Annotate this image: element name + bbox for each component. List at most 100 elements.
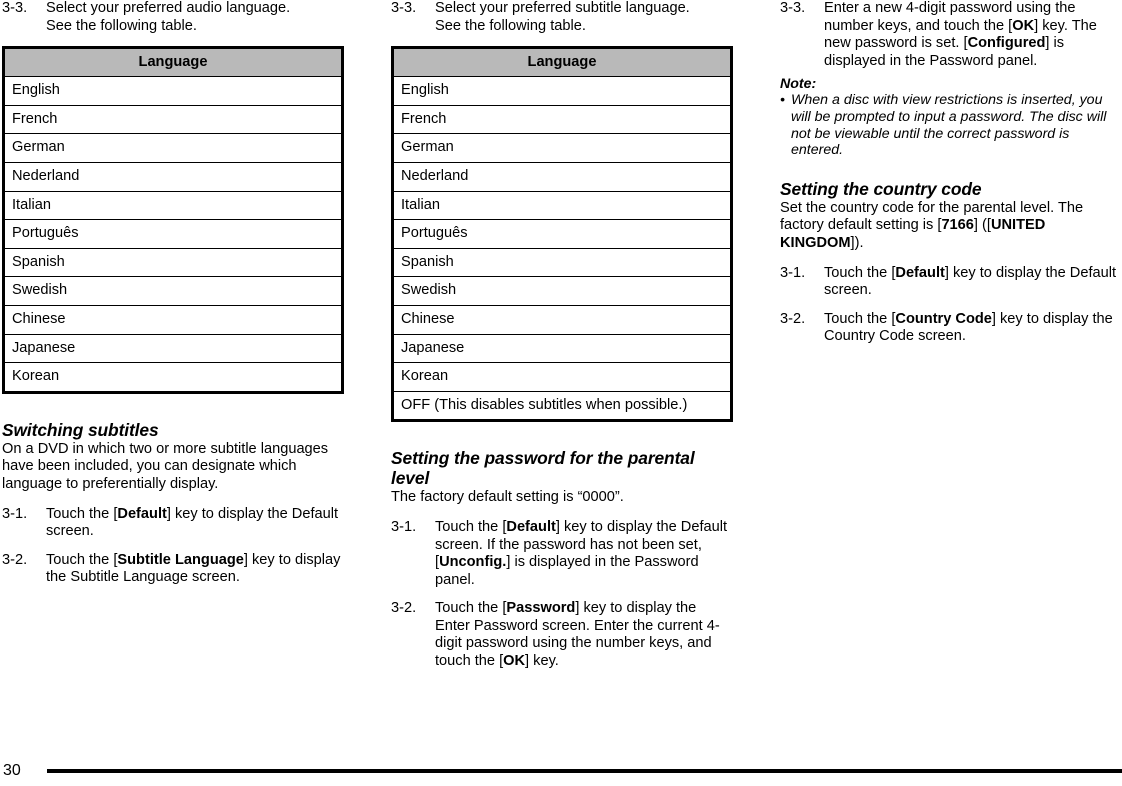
intro-seg3: ]).	[850, 234, 864, 251]
step-line-2: See the following table.	[46, 17, 197, 34]
language-cell: Português	[3, 219, 343, 249]
key-label: Unconfig.	[439, 554, 507, 571]
table-row: Japanese	[392, 333, 732, 363]
language-cell: Chinese	[3, 304, 343, 335]
key-label: Password	[506, 600, 576, 617]
note-block: Note: • When a disc with view restriction…	[780, 76, 1120, 158]
step-text: Touch the [Password] key to display the …	[435, 600, 733, 670]
step-text: Enter a new 4-digit password using the n…	[824, 0, 1120, 70]
language-cell: Spanish	[3, 247, 343, 277]
note-title: Note:	[780, 76, 817, 93]
language-cell: Chinese	[392, 304, 732, 335]
step-number: 3-1.	[2, 505, 28, 522]
table-row: OFF (This disables subtitles when possib…	[392, 390, 732, 421]
left-column: 3-3. Select your preferred audio languag…	[2, 0, 344, 598]
table-row: French	[392, 104, 732, 134]
step-subtitles-default: 3-1. Touch the [Default] key to display …	[2, 506, 344, 541]
language-cell: Italian	[392, 190, 732, 220]
country-section-intro: Set the country code for the parental le…	[780, 200, 1120, 253]
table-row: German	[3, 133, 343, 163]
language-cell: German	[3, 133, 343, 163]
step-line-1: Select your preferred subtitle language.	[435, 0, 690, 16]
step-text: Touch the [Default] key to display the D…	[824, 265, 1120, 300]
middle-column: 3-3. Select your preferred subtitle lang…	[391, 0, 733, 682]
step-country-default: 3-1. Touch the [Default] key to display …	[780, 265, 1120, 300]
step-text-pre: Touch the [	[46, 551, 118, 568]
language-cell: Nederland	[3, 161, 343, 192]
key-label: Subtitle Language	[117, 551, 244, 568]
key-label: OK	[1012, 17, 1035, 34]
language-cell: Swedish	[3, 276, 343, 306]
step-number: 3-3.	[780, 0, 806, 16]
bullet-icon: •	[780, 92, 785, 109]
step-subtitle-language: 3-3. Select your preferred subtitle lang…	[391, 0, 733, 35]
key-label: Country Code	[895, 310, 992, 327]
step-enter-new-password: 3-3. Enter a new 4-digit password using …	[780, 0, 1120, 70]
table-row: English	[392, 76, 732, 106]
right-column: 3-3. Enter a new 4-digit password using …	[780, 0, 1120, 357]
step-text: Select your preferred subtitle language.…	[435, 0, 733, 35]
audio-language-table: Language English French German Nederland…	[2, 46, 344, 394]
language-cell: Português	[392, 219, 732, 249]
step-password-default: 3-1. Touch the [Default] key to display …	[391, 519, 733, 589]
step-text: Touch the [Default] key to display the D…	[46, 506, 344, 541]
note-item: • When a disc with view restrictions is i…	[780, 92, 1120, 158]
step-text: Touch the [Default] key to display the D…	[435, 519, 733, 589]
step-audio-language: 3-3. Select your preferred audio languag…	[2, 0, 344, 35]
table-row: French	[3, 104, 343, 134]
step-text-pre: Touch the [	[824, 310, 896, 327]
table-row: Korean	[392, 362, 732, 392]
language-cell: German	[392, 133, 732, 163]
note-list: • When a disc with view restrictions is i…	[780, 92, 1120, 158]
footer-rule	[47, 769, 1122, 773]
table-row: Swedish	[3, 276, 343, 306]
table-row: English	[3, 76, 343, 106]
language-cell: Italian	[3, 190, 343, 220]
language-cell: Swedish	[392, 276, 732, 306]
password-section-intro: The factory default setting is “0000”.	[391, 489, 624, 506]
table-row: Português	[392, 219, 732, 249]
language-cell: Spanish	[392, 247, 732, 277]
step-text-seg1: Touch the [	[435, 518, 507, 535]
table-row: Spanish	[392, 247, 732, 277]
table-column-header-language: Language	[3, 47, 343, 78]
key-label: Default	[506, 518, 556, 535]
audio-language-table-body: English French German Nederland Italian …	[3, 76, 343, 393]
language-cell: Nederland	[392, 161, 732, 192]
step-number: 3-3.	[2, 0, 28, 16]
step-password-key: 3-2. Touch the [Password] key to display…	[391, 600, 733, 670]
step-number: 3-2.	[391, 600, 417, 617]
table-row: Português	[3, 219, 343, 249]
heading-setting-country-code: Setting the country code	[780, 178, 982, 199]
note-item-text: When a disc with view restrictions is in…	[791, 92, 1107, 159]
language-cell: English	[3, 76, 343, 106]
step-text-seg1: Touch the [	[435, 600, 507, 617]
intro-seg2: ] ([	[973, 217, 991, 234]
language-cell: English	[392, 76, 732, 106]
step-text: Touch the [Subtitle Language] key to dis…	[46, 552, 344, 587]
subtitle-language-table: Language English French German Nederland…	[391, 46, 733, 423]
subtitle-language-table-body: English French German Nederland Italian …	[392, 76, 732, 421]
step-text: Select your preferred audio language. Se…	[46, 0, 344, 35]
table-row: Swedish	[392, 276, 732, 306]
language-cell: French	[3, 104, 343, 134]
step-country-code-key: 3-2. Touch the [Country Code] key to dis…	[780, 311, 1120, 346]
step-text-seg3: ] key.	[525, 653, 559, 670]
step-number: 3-3.	[391, 0, 417, 16]
table-header-row: Language	[392, 47, 732, 78]
table-row: Chinese	[3, 304, 343, 335]
step-number: 3-2.	[780, 310, 806, 327]
step-text: Touch the [Country Code] key to display …	[824, 311, 1120, 346]
step-number: 3-1.	[391, 518, 417, 535]
manual-page: 3-3. Select your preferred audio languag…	[0, 0, 1122, 786]
table-row: Nederland	[392, 161, 732, 192]
step-number: 3-1.	[780, 264, 806, 281]
table-row: Korean	[3, 362, 343, 393]
key-label: 7166	[941, 217, 974, 234]
step-subtitle-language-key: 3-2. Touch the [Subtitle Language] key t…	[2, 552, 344, 587]
step-text-pre: Touch the [	[46, 505, 118, 522]
key-label: Default	[895, 264, 945, 281]
step-line-2: See the following table.	[435, 17, 586, 34]
heading-setting-password: Setting the password for the parental le…	[391, 448, 695, 489]
table-row: Chinese	[392, 304, 732, 335]
